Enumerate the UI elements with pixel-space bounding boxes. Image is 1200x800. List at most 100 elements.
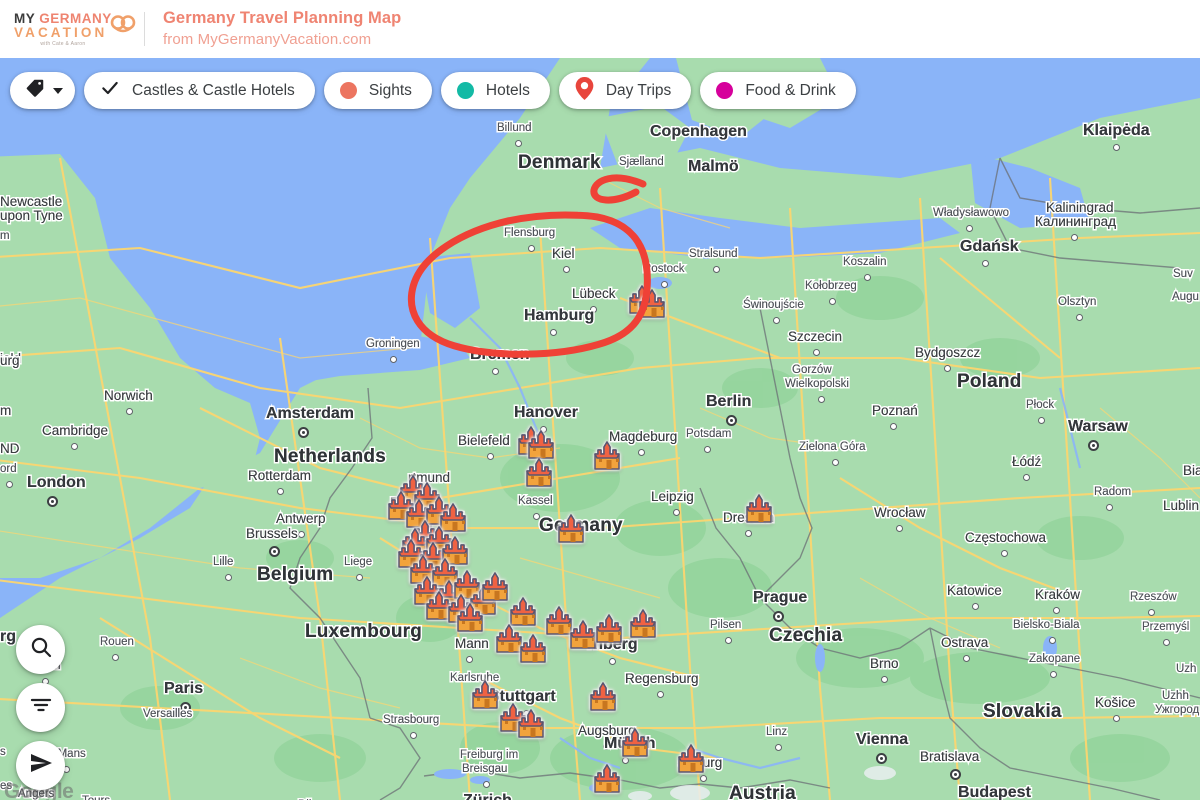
chip-food-drink[interactable]: Food & Drink xyxy=(700,72,855,109)
map-label-country-2-fill: Luxembourg xyxy=(305,621,422,643)
map-label-city-25-fill: Lübeck xyxy=(572,286,616,301)
search-icon xyxy=(29,635,53,664)
castle-icon[interactable] xyxy=(744,494,778,524)
map-city-dot-47 xyxy=(483,781,490,788)
map-label-city-86-fill: Warsaw xyxy=(1068,418,1128,436)
map-label-city-68-fill: Szczecin xyxy=(788,329,842,344)
map-city-dot-7 xyxy=(6,481,13,488)
map-city-dot-57 xyxy=(775,744,782,751)
map-city-dot-92 xyxy=(1053,607,1060,614)
site-logo[interactable]: MY GERMANY VACATION with Cate & Aaron xyxy=(14,12,132,47)
map-city-dot-10 xyxy=(390,356,397,363)
castle-icon[interactable] xyxy=(508,597,542,627)
castle-icon[interactable] xyxy=(628,609,662,639)
chip-sights[interactable]: Sights xyxy=(324,72,432,109)
chip-label-food-drink: Food & Drink xyxy=(745,82,835,100)
map-city-dot-24 xyxy=(563,266,570,273)
map-label-city-111-fill: urg xyxy=(0,353,20,368)
map-city-dot-65 xyxy=(1050,671,1057,678)
map-city-dot-82 xyxy=(832,459,839,466)
map-label-city-29-fill: Stralsund xyxy=(689,248,738,260)
map-label-city-96-fill: Uzhh xyxy=(1162,690,1189,702)
map-label-city-56-fill: Prague xyxy=(753,589,807,607)
map-label-city-71-fill: Kołobrzeg xyxy=(805,280,857,292)
map-label-city-108-fill: m xyxy=(0,403,11,418)
map-label-country-6-fill: Czechia xyxy=(769,625,842,647)
castle-icon[interactable] xyxy=(676,744,710,774)
page-header: MY GERMANY VACATION with Cate & Aaron Ge… xyxy=(0,0,1200,58)
map-label-city-35-fill: Kassel xyxy=(518,495,553,507)
map-label-city-79-fill: Poznań xyxy=(872,403,918,418)
map-label-city-1-fill: upon Tyne xyxy=(0,208,63,223)
search-button[interactable] xyxy=(16,625,65,674)
chevron-down-icon[interactable] xyxy=(53,88,63,94)
map-city-dot-79 xyxy=(890,423,897,430)
map-label-city-65-fill: Zakopane xyxy=(1029,653,1080,665)
castle-icon[interactable] xyxy=(516,709,550,739)
castle-icon[interactable] xyxy=(526,430,560,460)
map-label-city-2-fill: Norwich xyxy=(104,388,153,403)
castle-icon[interactable] xyxy=(455,603,489,633)
tag-filter-button[interactable] xyxy=(10,72,75,109)
map-label-city-53-fill: Regensburg xyxy=(625,671,699,686)
map-label-country-4-fill: Denmark xyxy=(518,152,601,174)
filter-button[interactable] xyxy=(16,683,65,732)
castle-icon[interactable] xyxy=(637,289,671,319)
castle-icon[interactable] xyxy=(518,634,552,664)
map-label-city-42-fill: Mann xyxy=(455,636,489,651)
castle-icon[interactable] xyxy=(592,441,626,471)
map-label-city-112-fill: Uzh xyxy=(1176,663,1196,675)
map-label-city-46-fill: Freiburg im xyxy=(460,749,518,761)
castle-icon[interactable] xyxy=(620,728,654,758)
map-label-city-90-fill: Częstochowa xyxy=(965,530,1046,545)
map-label-city-34-fill: Berlin xyxy=(706,393,751,411)
map-label-city-21-fill: Tours xyxy=(82,795,110,800)
map-city-dot-31 xyxy=(487,453,494,460)
map-city-dot-70 xyxy=(864,274,871,281)
map-city-dot-68 xyxy=(813,349,820,356)
map-label-city-77-fill: Olsztyn xyxy=(1058,296,1096,308)
map-city-dot-58 xyxy=(876,753,887,764)
map-city-dot-3 xyxy=(71,443,78,450)
castle-icon[interactable] xyxy=(592,764,626,794)
share-button[interactable] xyxy=(16,741,65,790)
map-label-city-28-fill: Rostock xyxy=(643,263,685,275)
map-label-city-94-fill: Przemyśl xyxy=(1142,621,1189,633)
map-label-city-85-fill: Płock xyxy=(1026,399,1054,411)
map-label-country-7-fill: Slovakia xyxy=(983,701,1062,723)
map-label-city-9-fill: Rotterdam xyxy=(248,468,311,483)
map-label-city-3-fill: Cambridge xyxy=(42,423,108,438)
logo-germany: GERMANY xyxy=(39,11,112,26)
tag-icon xyxy=(24,77,46,104)
color-dot-sights xyxy=(340,82,357,99)
map-city-dot-13 xyxy=(356,574,363,581)
map-city-dot-93 xyxy=(1148,609,1155,616)
map-city-dot-60 xyxy=(881,676,888,683)
map-city-dot-87 xyxy=(1106,504,1113,511)
chip-castles[interactable]: Castles & Castle Hotels xyxy=(84,72,315,109)
castle-icon[interactable] xyxy=(588,682,622,712)
map-label-country-5-fill: Poland xyxy=(957,371,1022,393)
map-city-dot-94 xyxy=(1163,639,1170,646)
chip-hotels[interactable]: Hotels xyxy=(441,72,550,109)
map-label-city-87-fill: Radom xyxy=(1094,486,1131,498)
map-city-dot-56 xyxy=(773,611,784,622)
castle-icon[interactable] xyxy=(524,458,558,488)
castle-icon[interactable] xyxy=(556,514,590,544)
map-label-city-99-fill: Augu xyxy=(1172,291,1199,303)
map-city-dot-71 xyxy=(829,298,836,305)
map-label-city-80-fill: Gorzów xyxy=(792,364,832,376)
chip-day-trips[interactable]: Day Trips xyxy=(559,72,691,109)
map-canvas[interactable]: NewcastleNewcastleupon Tyneupon TyneNorw… xyxy=(0,58,1200,800)
map-city-dot-36 xyxy=(673,509,680,516)
castle-icon[interactable] xyxy=(594,614,628,644)
map-label-city-23-fill: Flensburg xyxy=(504,227,555,239)
map-label-city-55-fill: Pilsen xyxy=(710,619,741,631)
map-label-city-59-fill: Bratislava xyxy=(920,749,979,764)
map-city-dot-85 xyxy=(1038,417,1045,424)
map-label-city-84-fill: Łódź xyxy=(1012,454,1041,469)
map-control-stack xyxy=(16,625,65,790)
map-label-country-8-fill: Austria xyxy=(729,783,796,800)
map-label-city-26-fill: Hamburg xyxy=(524,307,594,325)
map-label-city-13-fill: Liege xyxy=(344,556,372,568)
